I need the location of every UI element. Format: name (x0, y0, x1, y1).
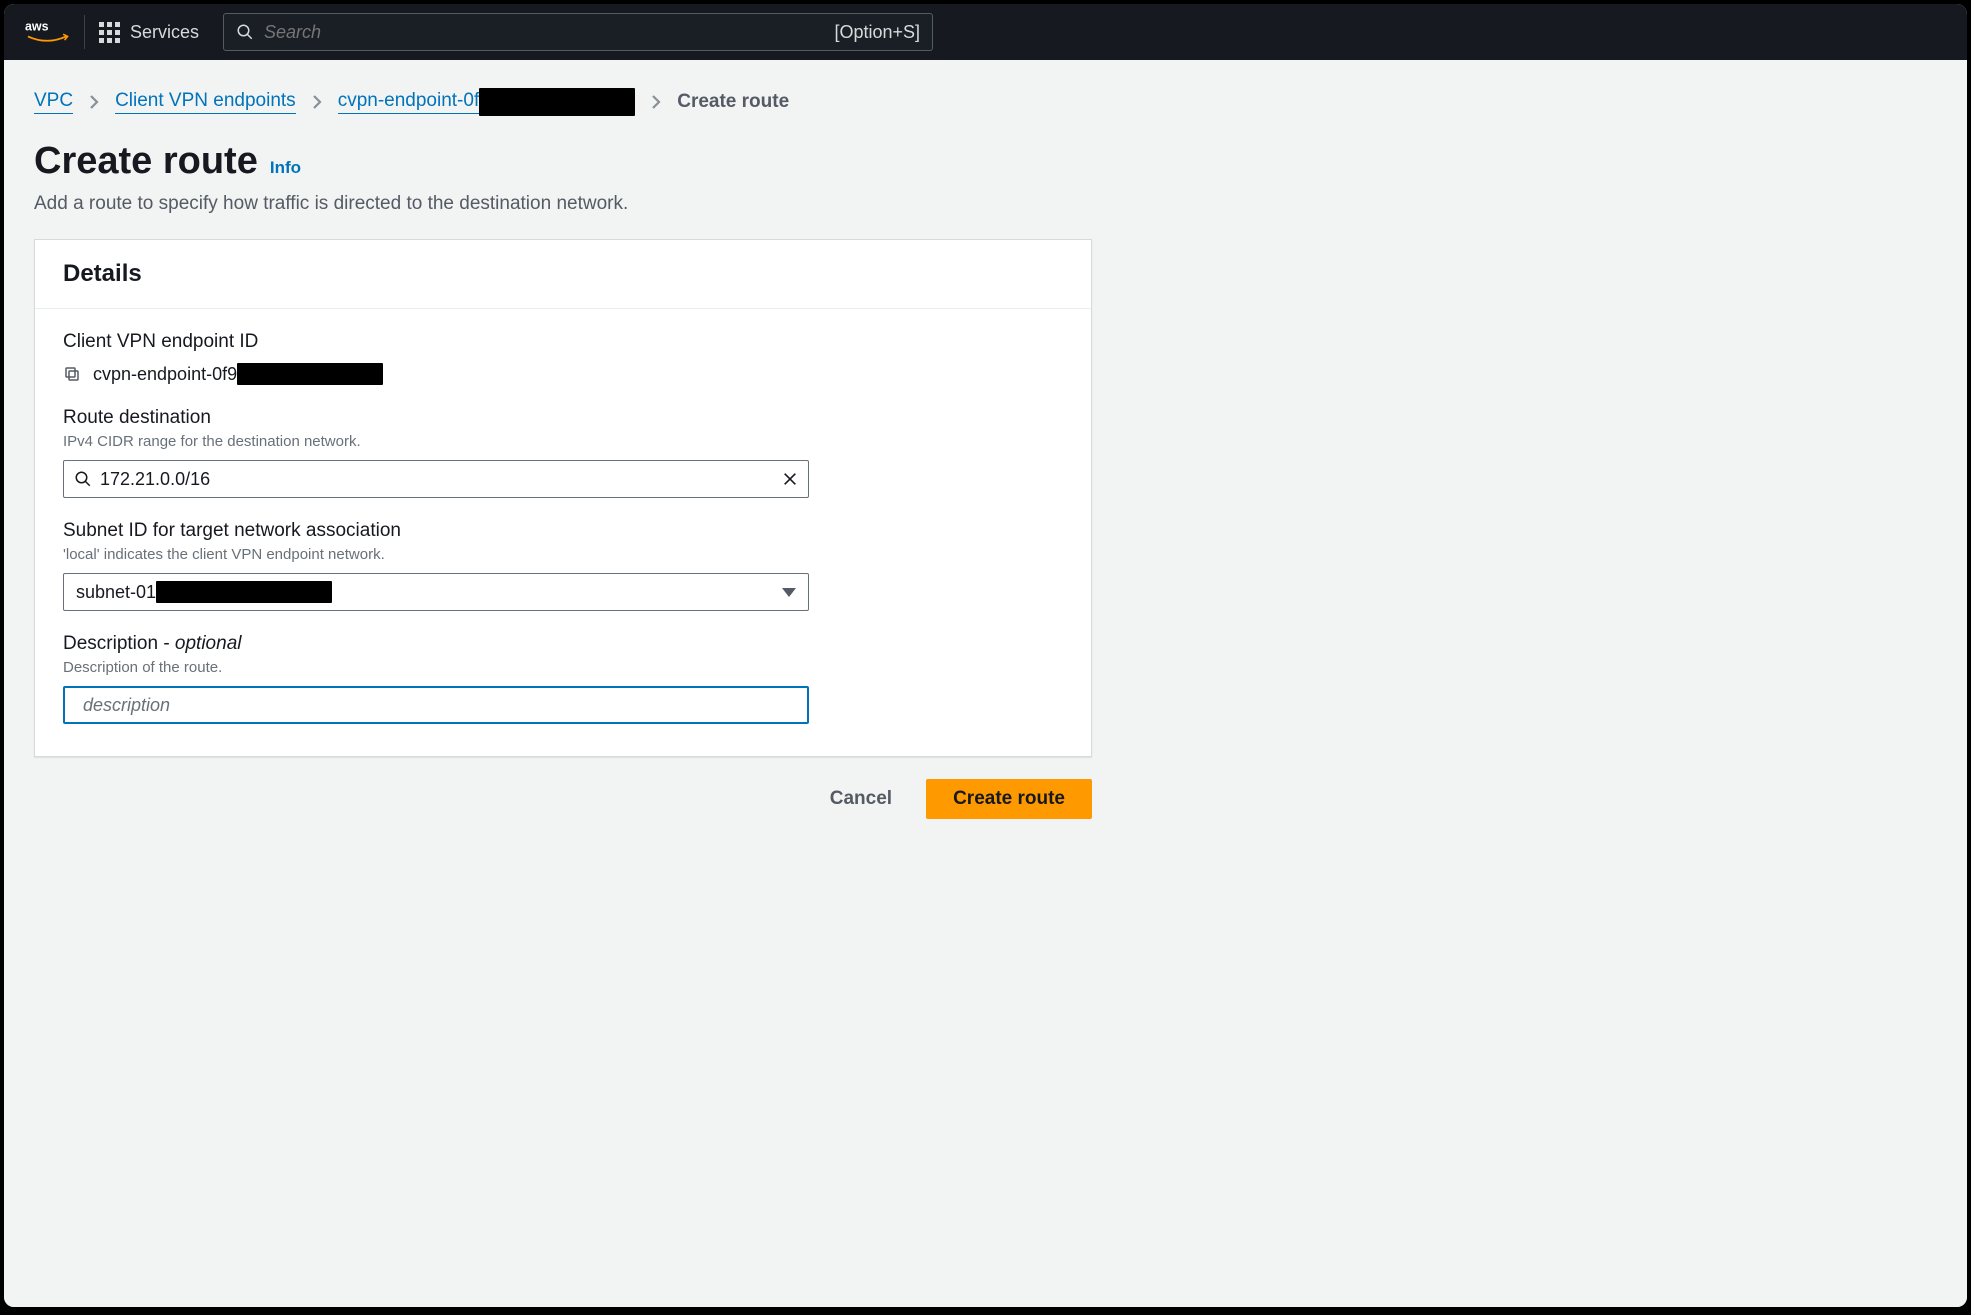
chevron-right-icon (312, 94, 322, 110)
subnet-id-label: Subnet ID for target network association (63, 520, 1063, 542)
subnet-id-help: 'local' indicates the client VPN endpoin… (63, 546, 1063, 563)
subnet-id-prefix: subnet-01 (76, 582, 156, 603)
redacted-block (237, 363, 383, 385)
page-title-row: Create route Info (34, 140, 1937, 183)
clear-icon[interactable] (782, 471, 798, 487)
description-input-wrap[interactable] (63, 686, 809, 724)
route-destination-input-wrap[interactable] (63, 460, 809, 498)
search-icon (236, 23, 254, 41)
breadcrumb-endpoint-id-prefix[interactable]: cvpn-endpoint-0f (338, 90, 480, 114)
panel-body: Client VPN endpoint ID cvpn-endpoint-0f9… (35, 309, 1091, 756)
svg-text:aws: aws (25, 20, 49, 34)
endpoint-id-value: cvpn-endpoint-0f9 (93, 363, 383, 385)
chevron-right-icon (651, 94, 661, 110)
description-label: Description - optional (63, 633, 1063, 655)
field-route-destination: Route destination IPv4 CIDR range for th… (63, 407, 1063, 498)
top-nav: aws Services [Option+S] (4, 4, 1967, 60)
page-body: VPC Client VPN endpoints cvpn-endpoint-0… (4, 60, 1967, 1307)
cancel-button[interactable]: Cancel (820, 780, 902, 818)
search-icon (74, 470, 92, 488)
redacted-block (479, 88, 635, 116)
services-menu-button[interactable]: Services (99, 22, 199, 43)
app-window: aws Services [Option+S] VPC Client VPN e… (4, 4, 1967, 1307)
panel-header: Details (35, 240, 1091, 309)
caret-down-icon (782, 588, 796, 597)
endpoint-id-label: Client VPN endpoint ID (63, 331, 1063, 353)
page-title: Create route (34, 140, 258, 183)
breadcrumb-client-vpn-endpoints[interactable]: Client VPN endpoints (115, 90, 296, 114)
details-panel: Details Client VPN endpoint ID cvpn-endp… (34, 239, 1092, 757)
page-subtitle: Add a route to specify how traffic is di… (34, 193, 1937, 215)
field-description: Description - optional Description of th… (63, 633, 1063, 724)
nav-divider (84, 15, 85, 49)
endpoint-id-prefix: cvpn-endpoint-0f9 (93, 364, 237, 385)
form-actions: Cancel Create route (34, 779, 1092, 819)
description-label-main: Description - (63, 633, 175, 654)
field-endpoint-id: Client VPN endpoint ID cvpn-endpoint-0f9 (63, 331, 1063, 385)
subnet-id-selected: subnet-01 (76, 581, 332, 603)
description-help: Description of the route. (63, 659, 1063, 676)
subnet-id-select[interactable]: subnet-01 (63, 573, 809, 611)
services-label: Services (130, 22, 199, 43)
route-destination-help: IPv4 CIDR range for the destination netw… (63, 433, 1063, 450)
breadcrumb: VPC Client VPN endpoints cvpn-endpoint-0… (34, 88, 1937, 116)
info-link[interactable]: Info (270, 158, 301, 178)
create-route-button[interactable]: Create route (926, 779, 1092, 819)
aws-logo[interactable]: aws (24, 9, 70, 55)
grid-icon (99, 22, 120, 43)
route-destination-input[interactable] (92, 469, 782, 490)
search-hint: [Option+S] (834, 22, 920, 43)
breadcrumb-vpc[interactable]: VPC (34, 90, 73, 114)
redacted-block (156, 581, 332, 603)
global-search[interactable]: [Option+S] (223, 13, 933, 51)
route-destination-label: Route destination (63, 407, 1063, 429)
breadcrumb-current: Create route (677, 91, 789, 113)
description-input[interactable] (75, 695, 797, 716)
field-subnet-id: Subnet ID for target network association… (63, 520, 1063, 611)
search-input[interactable] (254, 22, 834, 43)
panel-title: Details (63, 260, 1063, 288)
copy-icon[interactable] (63, 365, 81, 383)
chevron-right-icon (89, 94, 99, 110)
breadcrumb-endpoint-id[interactable]: cvpn-endpoint-0f (338, 88, 636, 116)
description-label-optional: optional (175, 633, 242, 654)
